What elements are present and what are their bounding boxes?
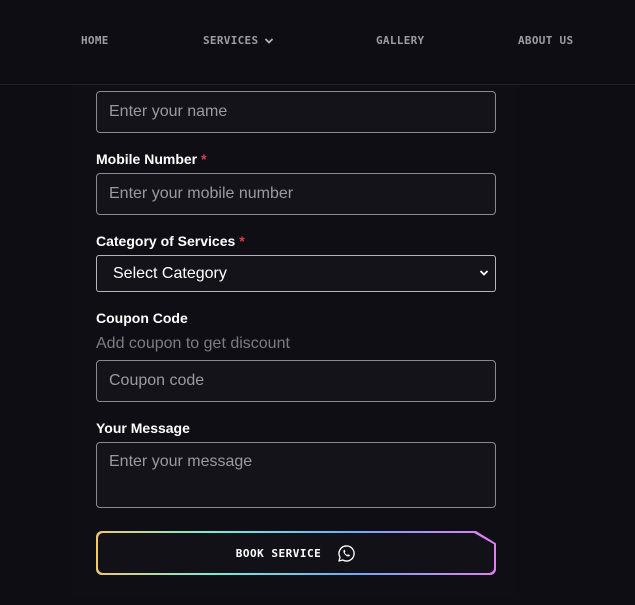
whatsapp-icon: [338, 544, 355, 562]
mobile-label-text: Mobile Number: [96, 151, 198, 167]
coupon-code-input[interactable]: [96, 360, 496, 402]
chevron-down-icon: [479, 270, 489, 276]
nav-services-label: SERVICES: [203, 34, 259, 47]
nav-home[interactable]: HOME: [81, 34, 109, 47]
coupon-code-label: Coupon Code: [96, 310, 188, 326]
required-mark: *: [239, 233, 245, 249]
name-input[interactable]: [96, 91, 496, 133]
required-mark: *: [201, 151, 207, 167]
mobile-number-input[interactable]: [96, 173, 496, 215]
nav-gallery[interactable]: GALLERY: [376, 34, 424, 47]
message-label: Your Message: [96, 420, 190, 436]
chevron-down-icon: [265, 37, 274, 44]
mobile-number-label: Mobile Number *: [96, 151, 207, 167]
book-service-button[interactable]: BOOK SERVICE: [96, 531, 496, 575]
book-service-label: BOOK SERVICE: [235, 546, 322, 560]
top-navbar: HOME SERVICES GALLERY ABOUT US: [0, 0, 635, 85]
category-label-text: Category of Services: [96, 233, 236, 249]
nav-services[interactable]: SERVICES: [203, 34, 274, 47]
category-selected-value: Select Category: [113, 264, 227, 282]
nav-about-us[interactable]: ABOUT US: [518, 34, 573, 47]
category-label: Category of Services *: [96, 233, 245, 249]
message-textarea[interactable]: [96, 442, 496, 508]
nav-gallery-label: GALLERY: [376, 34, 425, 47]
category-select[interactable]: Select Category: [96, 255, 496, 292]
coupon-helper-text: Add coupon to get discount: [96, 335, 290, 352]
book-service-button-inner: BOOK SERVICE: [98, 533, 494, 573]
nav-home-label: HOME: [81, 34, 109, 47]
nav-about-label: ABOUT US: [518, 34, 574, 47]
